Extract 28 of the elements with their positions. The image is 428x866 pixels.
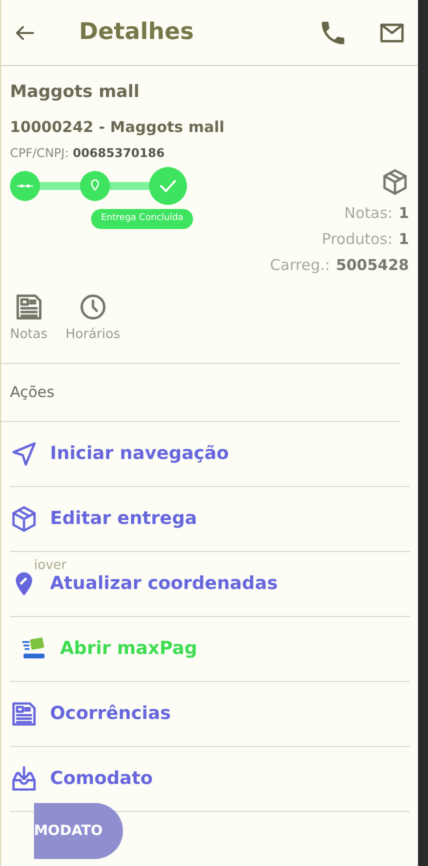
inbox-download-icon (10, 764, 38, 792)
shortcut-button[interactable]: Notas (10, 292, 48, 344)
stat-value: 5005428 (336, 255, 409, 276)
document-icon (14, 292, 44, 322)
document-label: CPF/CNPJ: (10, 145, 69, 162)
stat-value: 1 (398, 229, 409, 250)
action-item[interactable]: Iniciar navegação (10, 422, 410, 486)
screen-title: Detalhes (79, 18, 195, 48)
action-item[interactable]: Ocorrências (10, 682, 410, 746)
action-item[interactable]: Editar entrega (10, 486, 410, 552)
status-badge: Entrega Concluída (91, 209, 194, 228)
stat-label: Produtos: (322, 229, 393, 250)
shortcut-button[interactable]: Horários (66, 292, 120, 344)
clock-icon (78, 292, 108, 322)
document-icon (10, 700, 38, 728)
ghost-text: iover (34, 557, 67, 575)
document-number: 00685370186 (72, 145, 165, 162)
client-name: Maggots mall (10, 81, 140, 104)
box-icon (381, 168, 409, 196)
stat-value: 1 (398, 203, 409, 224)
stat-label: Notas: (344, 203, 393, 224)
route-icon (17, 184, 33, 188)
section-heading: Ações (1, 364, 400, 422)
navigation-arrow-icon (10, 440, 38, 468)
client-code: 10000242 - Maggots mall (10, 116, 226, 138)
box-icon (10, 504, 38, 532)
stat-label: Carreg.: (270, 255, 330, 276)
floating-button[interactable]: MODATO (34, 803, 123, 859)
